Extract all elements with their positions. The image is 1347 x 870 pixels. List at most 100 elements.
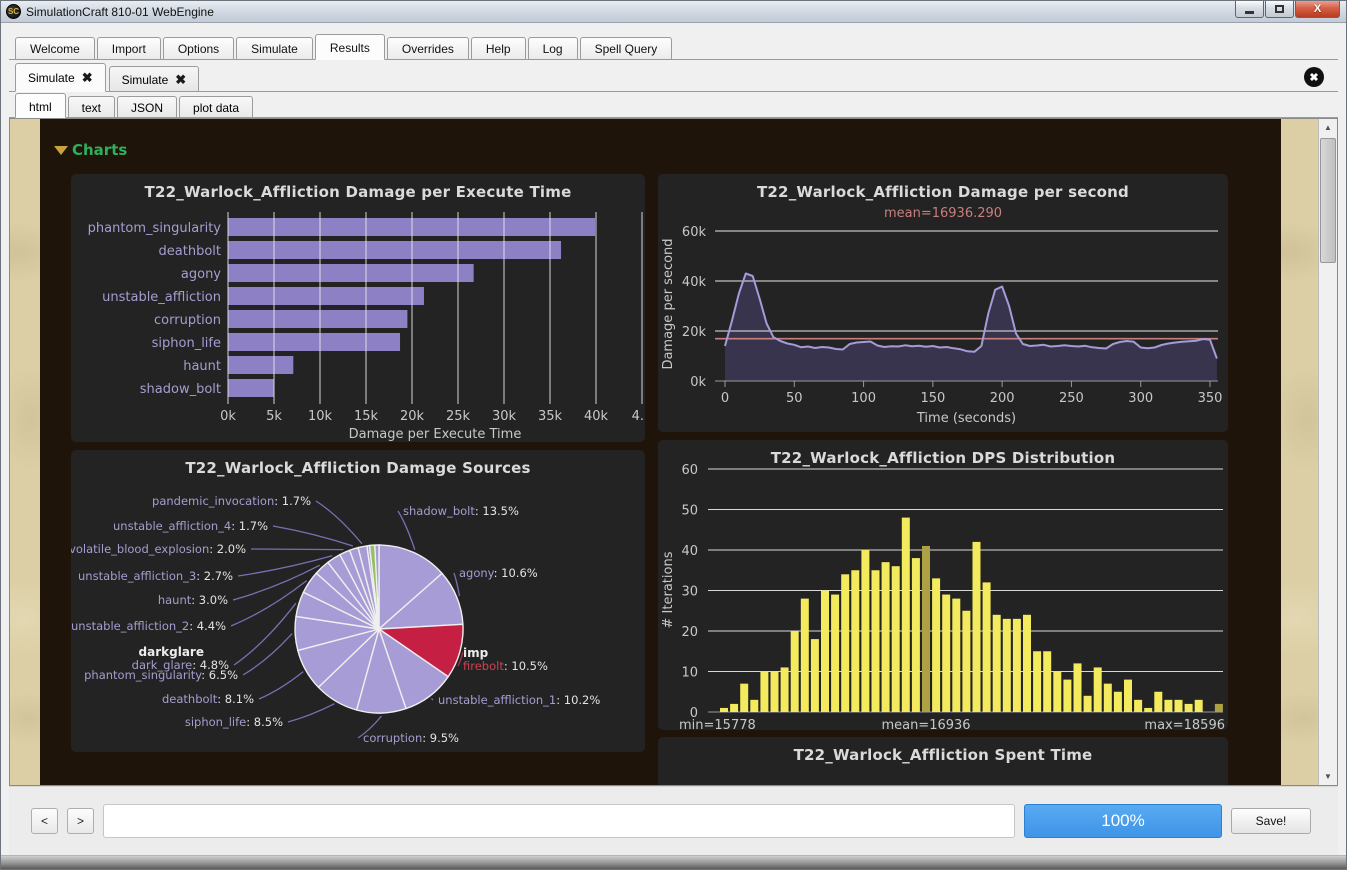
tab-spell-query[interactable]: Spell Query [580, 37, 673, 59]
svg-text:350: 350 [1198, 391, 1223, 406]
svg-text:30: 30 [681, 585, 698, 600]
svg-text:10: 10 [681, 666, 698, 681]
svg-text:unstable_affliction: unstable_affliction [102, 290, 221, 305]
svg-text:deathbolt: 8.1%: deathbolt: 8.1% [162, 692, 254, 706]
svg-text:20: 20 [681, 625, 698, 640]
view-tab-plot-data[interactable]: plot data [179, 96, 253, 117]
svg-text:20k: 20k [682, 325, 707, 340]
svg-text:agony: 10.6%: agony: 10.6% [459, 566, 538, 580]
svg-text:unstable_affliction_3: 2.7%: unstable_affliction_3: 2.7% [78, 569, 233, 583]
vertical-scrollbar[interactable]: ▲ ▼ [1318, 119, 1337, 785]
doc-tab-simulate-1[interactable]: Simulate ✖ [109, 66, 200, 91]
svg-text:max=18596: max=18596 [1144, 718, 1225, 730]
svg-text:0: 0 [721, 391, 729, 406]
doc-tab-label: Simulate [122, 73, 169, 87]
svg-text:siphon_life: 8.5%: siphon_life: 8.5% [185, 715, 283, 729]
svg-text:Damage per second: Damage per second [661, 238, 676, 369]
svg-text:150: 150 [920, 391, 945, 406]
scroll-down-arrow-icon[interactable]: ▼ [1319, 768, 1337, 785]
back-button[interactable]: < [31, 808, 58, 834]
doc-tab-simulate-0[interactable]: Simulate ✖ [15, 63, 106, 92]
chart-damage-per-execute-time: T22_Warlock_Affliction Damage per Execut… [71, 174, 645, 442]
tab-close-icon[interactable]: ✖ [175, 72, 186, 88]
svg-text:60k: 60k [682, 225, 707, 240]
svg-text:mean=16936: mean=16936 [881, 718, 970, 730]
svg-text:15k: 15k [354, 409, 379, 424]
tab-options[interactable]: Options [163, 37, 234, 59]
collapse-triangle-icon [54, 146, 68, 155]
svg-text:40: 40 [681, 544, 698, 559]
svg-text:shadow_bolt: shadow_bolt [140, 382, 221, 397]
svg-text:unstable_affliction_2: 4.4%: unstable_affliction_2: 4.4% [71, 619, 226, 633]
app-icon: SC [6, 4, 21, 19]
close-button[interactable]: X [1295, 1, 1340, 18]
chart-mean-subtitle: mean=16936.290 [658, 201, 1228, 221]
url-input[interactable] [103, 804, 1015, 838]
chart-title: T22_Warlock_Affliction Damage per second [658, 174, 1228, 201]
view-tab-html[interactable]: html [15, 93, 66, 118]
svg-text:Time (seconds): Time (seconds) [916, 411, 1016, 426]
svg-text:20k: 20k [400, 409, 425, 424]
minimize-button[interactable] [1235, 1, 1264, 18]
charts-section-header[interactable]: Charts [54, 141, 127, 159]
tab-overrides[interactable]: Overrides [387, 37, 469, 59]
window-bottom-edge [1, 855, 1346, 869]
svg-text:unstable_affliction_4: 1.7%: unstable_affliction_4: 1.7% [113, 519, 268, 533]
scroll-up-arrow-icon[interactable]: ▲ [1319, 119, 1337, 136]
report-margin-left [10, 119, 40, 785]
svg-text:50: 50 [681, 504, 698, 519]
document-tab-bar: Simulate ✖ Simulate ✖ ✖ [9, 63, 1338, 92]
svg-text:4...: 4... [632, 409, 645, 424]
view-tab-json[interactable]: JSON [117, 96, 177, 117]
chart-title: T22_Warlock_Affliction Spent Time [658, 737, 1228, 764]
svg-text:100: 100 [851, 391, 876, 406]
svg-text:25k: 25k [446, 409, 471, 424]
svg-text:0k: 0k [220, 409, 236, 424]
svg-text:haunt: haunt [183, 359, 221, 374]
forward-button[interactable]: > [67, 808, 94, 834]
bar-chart-canvas: phantom_singularitydeathboltagonyunstabl… [71, 174, 645, 442]
doc-tab-label: Simulate [28, 71, 75, 85]
tab-log[interactable]: Log [528, 37, 578, 59]
tab-help[interactable]: Help [471, 37, 526, 59]
svg-text:250: 250 [1059, 391, 1084, 406]
svg-text:volatile_blood_explosion: 2.0%: volatile_blood_explosion: 2.0% [71, 542, 246, 556]
window-title: SimulationCraft 810-01 WebEngine [26, 5, 214, 19]
svg-text:200: 200 [990, 391, 1015, 406]
svg-text:imp: imp [463, 646, 489, 660]
close-all-icon: ✖ [1309, 71, 1318, 84]
chart-damage-per-second: T22_Warlock_Affliction Damage per second… [658, 174, 1228, 432]
report-area[interactable]: Charts T22_Warlock_Affliction Damage per… [40, 119, 1281, 785]
svg-text:deathbolt: deathbolt [159, 244, 221, 259]
pie-chart-canvas: shadow_bolt: 13.5%agony: 10.6%impfirebol… [71, 450, 645, 752]
svg-text:haunt: 3.0%: haunt: 3.0% [158, 593, 228, 607]
svg-text:unstable_affliction_1: 10.2%: unstable_affliction_1: 10.2% [438, 693, 600, 707]
svg-text:pandemic_invocation: 1.7%: pandemic_invocation: 1.7% [152, 494, 311, 508]
maximize-button[interactable] [1265, 1, 1294, 18]
svg-text:corruption: 9.5%: corruption: 9.5% [363, 731, 459, 745]
maximize-icon [1275, 5, 1284, 13]
minimize-icon [1245, 11, 1254, 14]
tab-results[interactable]: Results [315, 34, 385, 60]
tab-close-icon[interactable]: ✖ [82, 70, 93, 86]
app-window: SC SimulationCraft 810-01 WebEngine X We… [0, 0, 1347, 870]
chart-damage-sources: T22_Warlock_Affliction Damage Sources sh… [71, 450, 645, 752]
view-tab-text[interactable]: text [68, 96, 115, 117]
chart-title: T22_Warlock_Affliction DPS Distribution [658, 440, 1228, 467]
svg-text:40k: 40k [682, 275, 707, 290]
scrollbar-thumb[interactable] [1320, 138, 1336, 263]
close-all-tabs-button[interactable]: ✖ [1304, 67, 1324, 87]
svg-text:0k: 0k [690, 375, 706, 390]
histogram-canvas: 0102030405060min=15778mean=16936max=1859… [658, 440, 1228, 730]
svg-text:phantom_singularity: phantom_singularity [88, 221, 222, 236]
tab-welcome[interactable]: Welcome [15, 37, 95, 59]
save-button[interactable]: Save! [1231, 808, 1311, 834]
svg-text:50: 50 [786, 391, 803, 406]
tab-import[interactable]: Import [97, 37, 161, 59]
tab-simulate[interactable]: Simulate [236, 37, 313, 59]
bottom-toolbar: < > 100% Save! [9, 786, 1338, 855]
progress-button[interactable]: 100% [1024, 804, 1222, 838]
title-bar[interactable]: SC SimulationCraft 810-01 WebEngine X [1, 1, 1346, 23]
results-content: Charts T22_Warlock_Affliction Damage per… [9, 118, 1338, 786]
svg-text:darkglare: darkglare [139, 645, 204, 659]
